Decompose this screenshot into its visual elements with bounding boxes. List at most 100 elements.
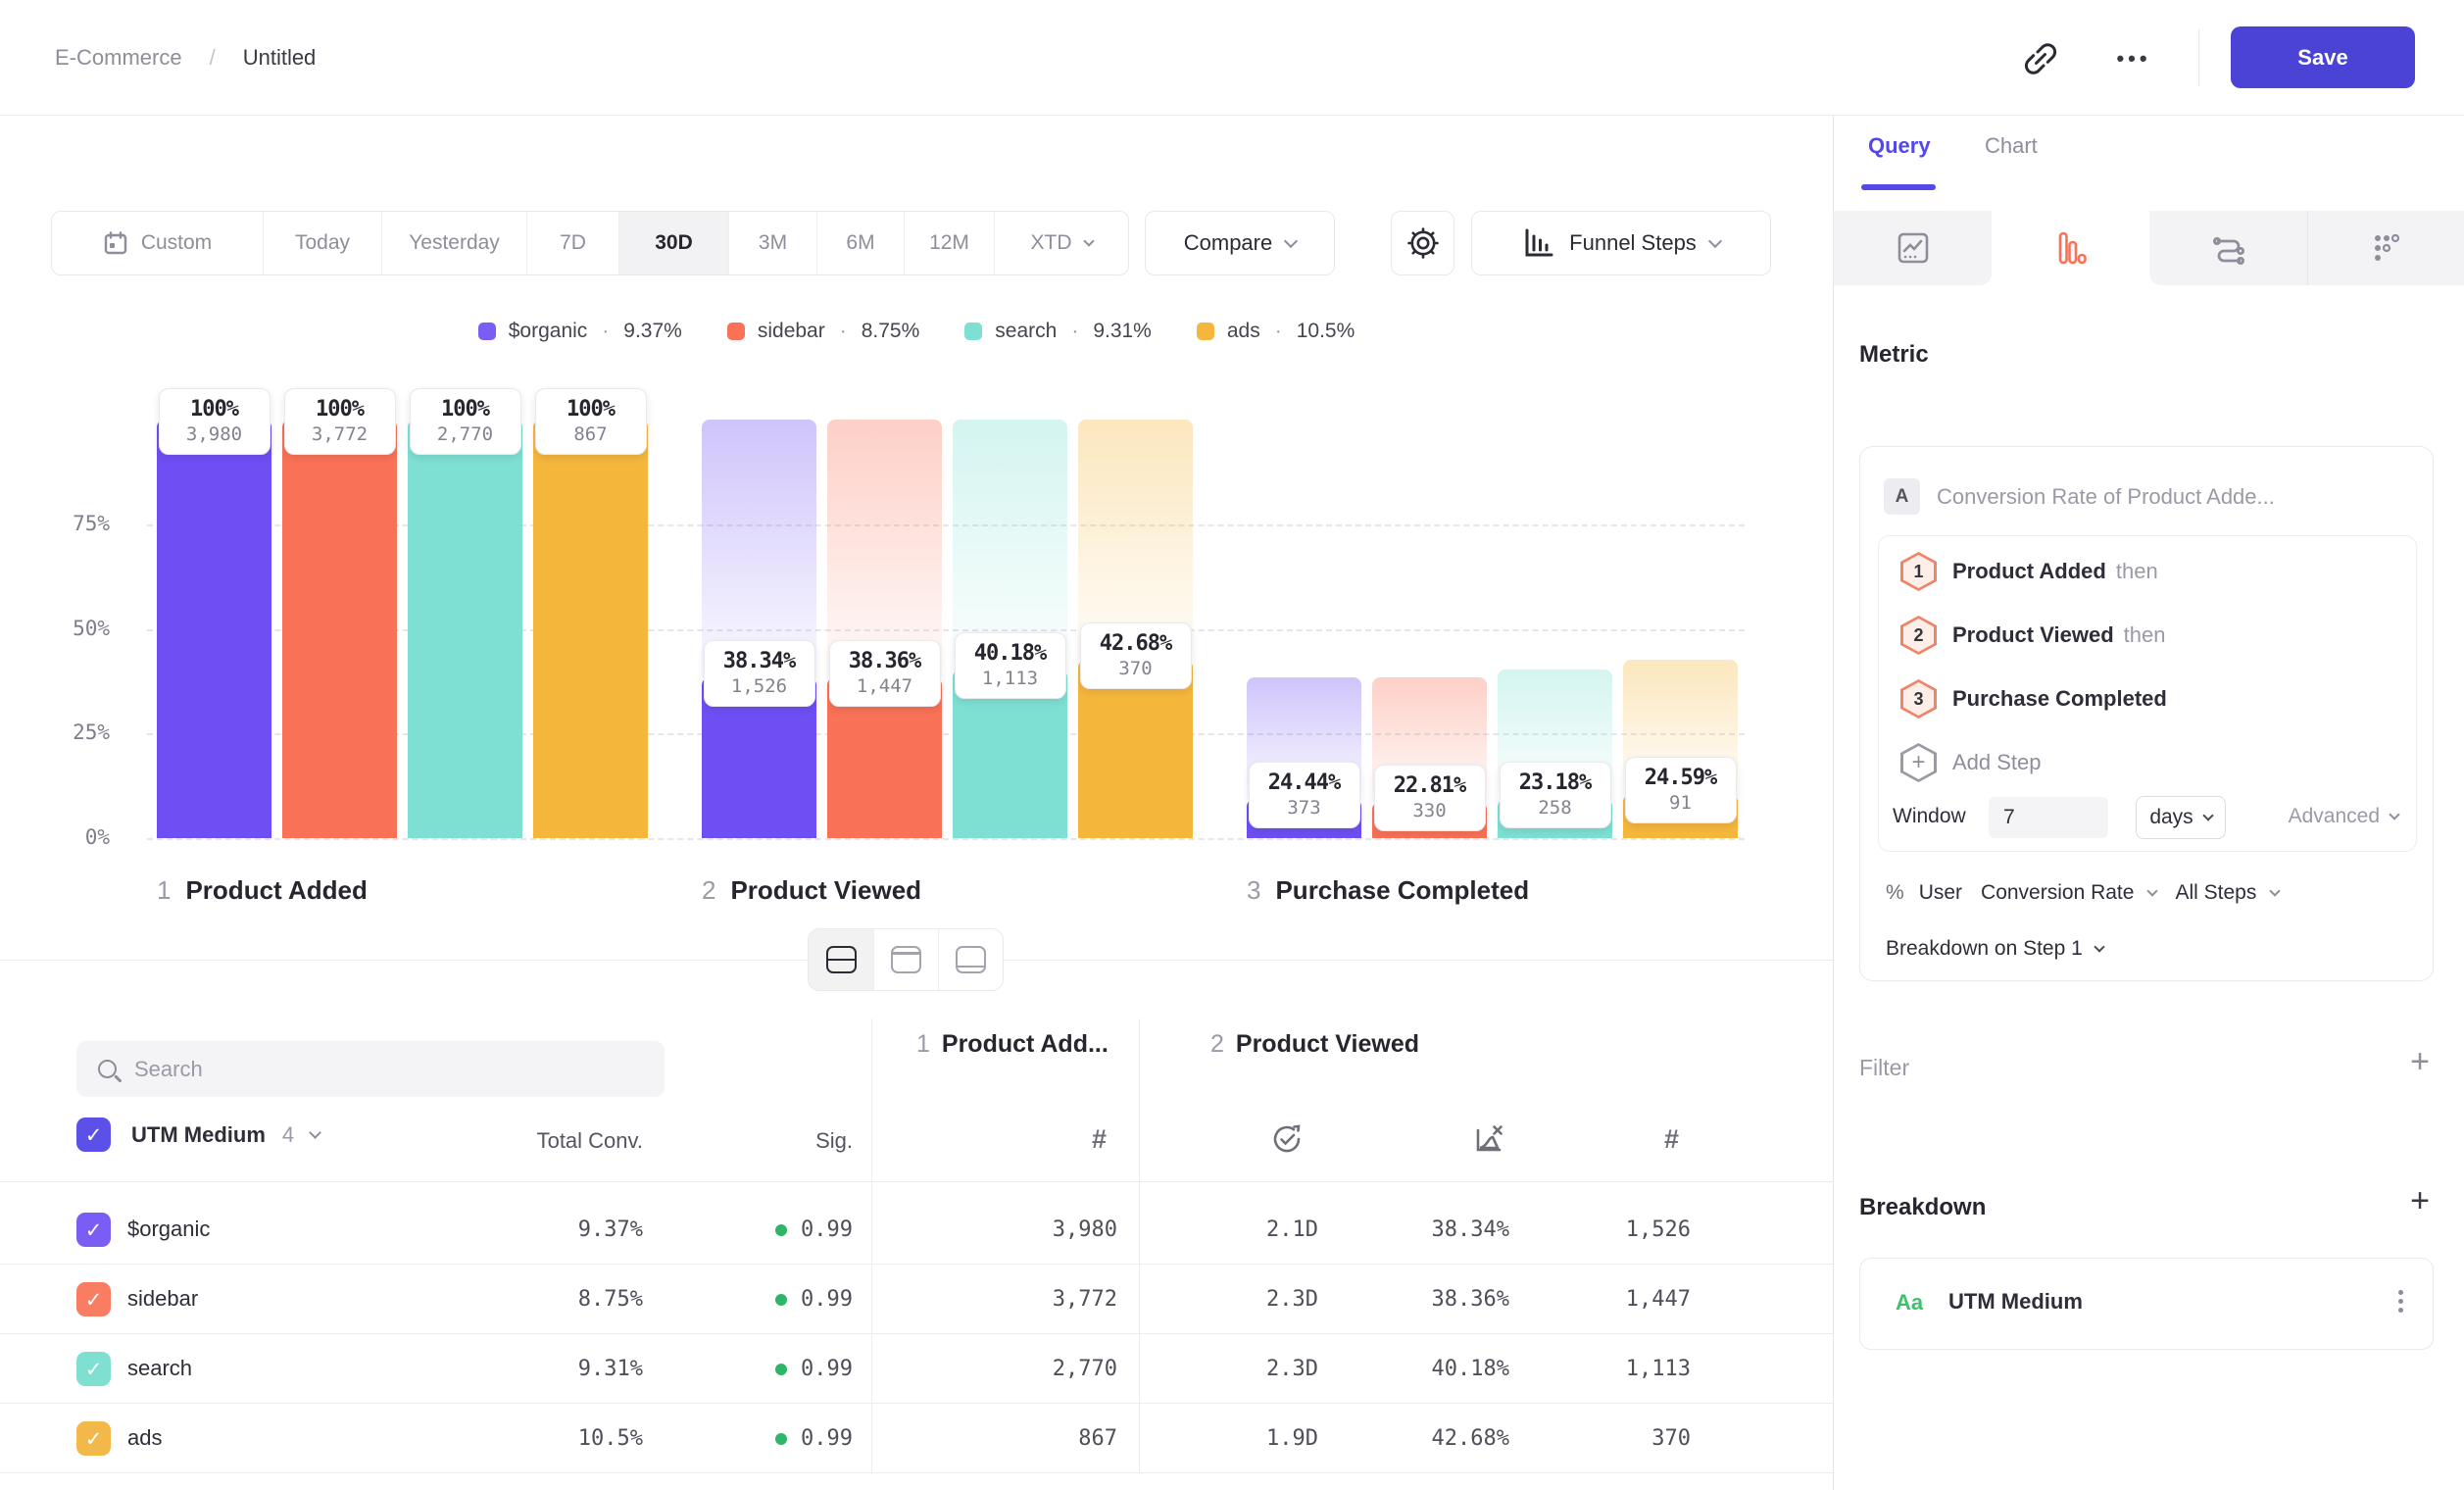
- legend-item-ads[interactable]: ads·10.5%: [1197, 320, 1355, 343]
- bar-value-label: 100%867: [535, 388, 647, 455]
- funnel-bar-search[interactable]: [408, 420, 522, 838]
- add-step-row[interactable]: + Add Step: [1879, 737, 2416, 788]
- search-input[interactable]: [134, 1057, 605, 1082]
- more-charts-tab[interactable]: [2307, 211, 2464, 285]
- counting-user-select[interactable]: User: [1919, 881, 1962, 905]
- table-row-ads[interactable]: ✓ads10.5%0.998671.9D42.68%370: [0, 1404, 1833, 1473]
- step2-count: 1,113: [1626, 1357, 1691, 1381]
- advanced-toggle[interactable]: Advanced: [2289, 805, 2398, 828]
- copy-link-button[interactable]: [2015, 33, 2066, 84]
- range-3m[interactable]: 3M: [728, 212, 816, 274]
- add-filter-button[interactable]: +: [2403, 1045, 2437, 1078]
- legend-item-search[interactable]: search·9.31%: [964, 320, 1152, 343]
- tab-chart[interactable]: Chart: [1985, 133, 2038, 159]
- table-row-organic[interactable]: ✓$organic9.37%0.993,9802.1D38.34%1,526: [0, 1195, 1833, 1265]
- legend-separator: ·: [1275, 320, 1282, 343]
- steps-scope-select[interactable]: All Steps: [2175, 881, 2256, 905]
- measure-metric-select[interactable]: Conversion Rate: [1981, 881, 2134, 905]
- funnel-chart-tab[interactable]: [1992, 211, 2149, 285]
- metric-badge: A: [1884, 478, 1920, 515]
- sig-value: 0.99: [775, 1217, 853, 1242]
- step-number: 1: [157, 875, 171, 905]
- table-row-sidebar[interactable]: ✓sidebar8.75%0.993,7722.3D38.36%1,447: [0, 1265, 1833, 1334]
- select-all-checkbox[interactable]: ✓: [76, 1118, 111, 1152]
- funnel-bar-organic[interactable]: [157, 420, 271, 838]
- range-30d[interactable]: 30D: [618, 212, 728, 274]
- y-axis-tick: 50%: [20, 617, 110, 640]
- save-button[interactable]: Save: [2231, 26, 2415, 88]
- step1-count: 2,770: [1053, 1357, 1117, 1381]
- funnel-bar-ads[interactable]: [533, 420, 648, 838]
- legend-item-sidebar[interactable]: sidebar·8.75%: [727, 320, 919, 343]
- range-today[interactable]: Today: [263, 212, 381, 274]
- table-step2-header[interactable]: 2Product Viewed: [1210, 1030, 1419, 1059]
- range-12m[interactable]: 12M: [904, 212, 994, 274]
- table-step1-header[interactable]: 1Product Add...: [916, 1030, 1109, 1059]
- group-column-header[interactable]: ✓ UTM Medium 4: [76, 1118, 320, 1152]
- sig-value: 0.99: [775, 1357, 853, 1381]
- bar-value-label: 24.44%373: [1249, 762, 1360, 828]
- funnel-step-row[interactable]: 2 Product Viewed then: [1879, 610, 2416, 661]
- range-label: XTD: [1031, 231, 1072, 255]
- breakdown-on-label: Breakdown on Step 1: [1886, 937, 2083, 961]
- count-column-icon[interactable]: #: [1664, 1124, 1679, 1155]
- funnel-bar-sidebar[interactable]: [282, 420, 397, 838]
- row-checkbox[interactable]: ✓: [76, 1213, 111, 1247]
- bar-pct: 38.36%: [830, 649, 940, 673]
- x-axis-step-3: 3Purchase Completed: [1247, 875, 1529, 906]
- tab-query[interactable]: Query: [1868, 133, 1931, 159]
- funnel-step-row[interactable]: 3 Purchase Completed: [1879, 673, 2416, 724]
- bar-count: 373: [1250, 797, 1359, 819]
- bar-count: 2,770: [411, 423, 520, 445]
- time-to-convert-column-icon[interactable]: [1270, 1122, 1304, 1156]
- chart-settings-button[interactable]: [1391, 211, 1454, 275]
- avg-time-to-convert: 1.9D: [1266, 1426, 1318, 1451]
- table-row-search[interactable]: ✓search9.31%0.992,7702.3D40.18%1,113: [0, 1334, 1833, 1404]
- funnel-steps-card: 1 Product Added then 2 Product Viewed th…: [1878, 535, 2417, 852]
- breakdown-property-card[interactable]: Aa UTM Medium: [1859, 1258, 2434, 1350]
- journeys-tab[interactable]: [2149, 211, 2307, 285]
- bottom-view-button[interactable]: [938, 929, 1003, 990]
- breadcrumb-project[interactable]: E-Commerce: [55, 45, 182, 71]
- add-step-icon: +: [1900, 743, 1937, 782]
- range-xtd[interactable]: XTD: [994, 212, 1128, 274]
- advanced-label: Advanced: [2289, 805, 2380, 828]
- sig-header[interactable]: Sig.: [815, 1128, 853, 1154]
- bar-pct: 22.81%: [1375, 773, 1485, 798]
- row-checkbox[interactable]: ✓: [76, 1282, 111, 1316]
- range-yesterday[interactable]: Yesterday: [381, 212, 526, 274]
- more-menu-button[interactable]: •••: [2099, 33, 2168, 84]
- group-column-label: UTM Medium: [131, 1122, 266, 1148]
- breadcrumb-title[interactable]: Untitled: [243, 45, 317, 71]
- line-chart-icon: [1895, 229, 1932, 267]
- kebab-menu-icon[interactable]: [2396, 1288, 2405, 1315]
- metric-title[interactable]: Conversion Rate of Product Adde...: [1937, 484, 2275, 510]
- count-column-icon[interactable]: #: [1092, 1124, 1107, 1155]
- breakdown-on-select[interactable]: Breakdown on Step 1: [1886, 937, 2103, 961]
- split-view-button[interactable]: [809, 929, 873, 990]
- legend-item-organic[interactable]: $organic·9.37%: [478, 320, 682, 343]
- conversion-column-icon[interactable]: [1472, 1122, 1505, 1156]
- row-checkbox[interactable]: ✓: [76, 1352, 111, 1386]
- row-checkbox[interactable]: ✓: [76, 1421, 111, 1456]
- step-name: Product Viewed: [730, 875, 921, 905]
- chart-type-button[interactable]: Funnel Steps: [1471, 211, 1771, 275]
- step-event-name[interactable]: Product Added: [1952, 559, 2106, 584]
- add-breakdown-button[interactable]: +: [2403, 1184, 2437, 1217]
- range-6m[interactable]: 6M: [816, 212, 904, 274]
- total-conv-header[interactable]: Total Conv.: [537, 1128, 643, 1154]
- step-number: 3: [1247, 875, 1260, 905]
- top-view-button[interactable]: [873, 929, 938, 990]
- step-event-name[interactable]: Product Viewed: [1952, 622, 2114, 648]
- range-label: 7D: [560, 231, 586, 255]
- legend-swatch: [1197, 323, 1214, 340]
- range-custom[interactable]: Custom: [52, 212, 263, 274]
- bar-value-label: 38.36%1,447: [829, 640, 941, 707]
- step-event-name[interactable]: Purchase Completed: [1952, 686, 2167, 712]
- range-7d[interactable]: 7D: [526, 212, 618, 274]
- line-chart-tab[interactable]: [1834, 211, 1992, 285]
- window-value-input[interactable]: [1989, 797, 2108, 838]
- window-unit-select[interactable]: days: [2136, 796, 2226, 839]
- compare-button[interactable]: Compare: [1145, 211, 1335, 275]
- funnel-step-row[interactable]: 1 Product Added then: [1879, 546, 2416, 597]
